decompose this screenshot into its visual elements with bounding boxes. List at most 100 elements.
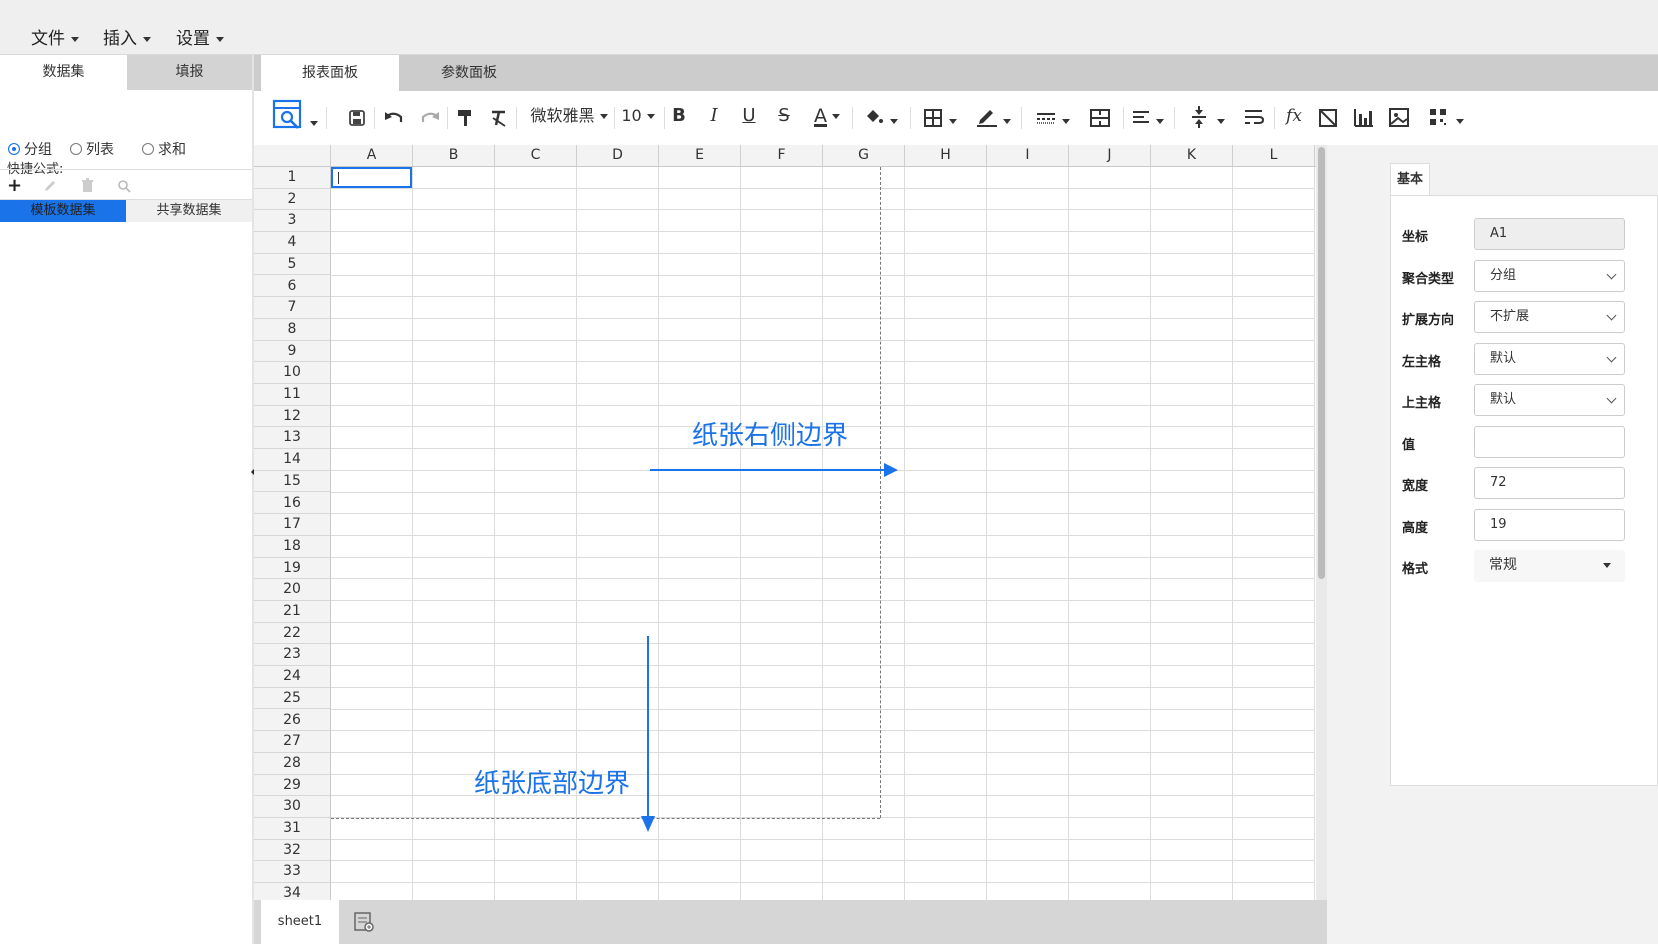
column-header-j[interactable]: J [1069, 145, 1151, 166]
select-all-corner[interactable] [254, 145, 331, 166]
border-color-icon[interactable] [976, 107, 998, 127]
subtab-template-dataset[interactable]: 模板数据集 [0, 200, 126, 222]
font-family-select[interactable]: 微软雅黑 [524, 101, 614, 131]
row-header-25[interactable]: 25 [254, 688, 330, 710]
row-header-13[interactable]: 13 [254, 427, 330, 450]
column-header-f[interactable]: F [741, 145, 823, 166]
undo-icon[interactable] [384, 111, 404, 125]
column-header-d[interactable]: D [577, 145, 659, 166]
menu-settings[interactable]: 设置 [176, 24, 224, 49]
row-header-19[interactable]: 19 [254, 558, 330, 580]
row-header-20[interactable]: 20 [254, 579, 330, 601]
property-field-expand-direction[interactable]: 不扩展 [1474, 301, 1625, 333]
tab-basic[interactable]: 基本 [1390, 163, 1430, 196]
chevron-down-icon[interactable] [1062, 119, 1070, 124]
column-header-e[interactable]: E [659, 145, 741, 166]
row-header-9[interactable]: 9 [254, 341, 330, 363]
border-style-icon[interactable] [1036, 111, 1056, 125]
chevron-down-icon[interactable] [890, 119, 898, 124]
row-header-17[interactable]: 17 [254, 514, 330, 536]
function-icon[interactable]: fx [1282, 101, 1306, 131]
row-header-33[interactable]: 33 [254, 861, 330, 884]
delete-icon[interactable] [81, 178, 94, 193]
chevron-down-icon[interactable] [310, 121, 318, 126]
edit-icon[interactable] [43, 179, 57, 193]
chevron-down-icon[interactable] [1156, 119, 1164, 124]
align-left-icon[interactable] [1132, 110, 1150, 126]
underline-icon[interactable]: U [739, 101, 759, 131]
menu-insert[interactable]: 插入 [103, 24, 151, 49]
column-header-b[interactable]: B [413, 145, 495, 166]
row-header-2[interactable]: 2 [254, 189, 330, 211]
row-header-21[interactable]: 21 [254, 601, 330, 623]
clear-format-icon[interactable] [490, 109, 508, 127]
tab-fill-report[interactable]: 填报 [127, 55, 252, 90]
font-size-select[interactable]: 10 [618, 101, 658, 131]
border-icon[interactable] [924, 109, 942, 127]
property-field-height[interactable]: 19 [1474, 508, 1625, 541]
row-header-1[interactable]: 1 [254, 167, 330, 189]
spreadsheet[interactable]: ABCDEFGHIJKL 1 2 3 4 5 6 7 8 9 10 11 12 13 14 15 16 17 18… [254, 145, 1316, 900]
vertical-scrollbar[interactable] [1316, 145, 1327, 900]
chevron-down-icon[interactable] [1003, 119, 1011, 124]
bold-icon[interactable]: B [669, 101, 689, 131]
subtab-shared-dataset[interactable]: 共享数据集 [126, 200, 252, 222]
add-icon[interactable]: + [7, 175, 22, 196]
property-field-left-parent[interactable]: 默认 [1474, 342, 1625, 375]
property-field-width[interactable]: 72 [1474, 467, 1625, 499]
selected-cell[interactable] [331, 167, 412, 188]
radio-list[interactable]: 列表 [70, 139, 114, 159]
row-header-24[interactable]: 24 [254, 666, 330, 688]
row-header-12[interactable]: 12 [254, 406, 330, 428]
row-header-34[interactable]: 34 [254, 883, 330, 900]
row-header-29[interactable]: 29 [254, 775, 330, 797]
row-header-8[interactable]: 8 [254, 319, 330, 341]
format-painter-icon[interactable] [456, 108, 474, 128]
scrollbar-thumb[interactable] [1318, 147, 1325, 579]
row-header-18[interactable]: 18 [254, 536, 330, 558]
save-icon[interactable] [349, 110, 365, 126]
row-header-22[interactable]: 22 [254, 623, 330, 645]
italic-icon[interactable]: I [704, 101, 724, 131]
add-sheet-icon[interactable] [354, 912, 374, 932]
column-header-k[interactable]: K [1151, 145, 1233, 166]
row-header-16[interactable]: 16 [254, 493, 330, 515]
row-header-5[interactable]: 5 [254, 254, 330, 276]
column-header-i[interactable]: I [987, 145, 1069, 166]
row-header-32[interactable]: 32 [254, 840, 330, 862]
tab-dataset[interactable]: 数据集 [0, 55, 127, 90]
column-header-g[interactable]: G [823, 145, 905, 166]
qrcode-icon[interactable] [1429, 108, 1447, 126]
row-header-10[interactable]: 10 [254, 362, 330, 384]
property-field-value[interactable] [1474, 425, 1625, 458]
row-header-4[interactable]: 4 [254, 232, 330, 254]
image-icon[interactable] [1389, 108, 1409, 127]
row-header-26[interactable]: 26 [254, 710, 330, 732]
row-header-30[interactable]: 30 [254, 796, 330, 818]
property-field-aggregation-type[interactable]: 分组 [1474, 259, 1625, 292]
strikethrough-icon[interactable]: S [774, 101, 794, 131]
column-header-h[interactable]: H [905, 145, 987, 166]
chevron-down-icon[interactable] [949, 119, 957, 124]
row-header-28[interactable]: 28 [254, 753, 330, 775]
vertical-align-icon[interactable] [1191, 106, 1207, 128]
column-header-a[interactable]: A [331, 145, 413, 166]
font-color-icon[interactable]: A [807, 101, 847, 131]
tab-report-panel[interactable]: 报表面板 [261, 55, 399, 91]
radio-sum[interactable]: 求和 [142, 139, 186, 159]
wrap-text-icon[interactable] [1244, 109, 1264, 125]
row-header-3[interactable]: 3 [254, 210, 330, 233]
row-header-15[interactable]: 15 [254, 471, 330, 493]
row-header-14[interactable]: 14 [254, 449, 330, 471]
chart-icon[interactable] [1354, 108, 1374, 127]
redo-icon[interactable] [420, 111, 440, 125]
column-header-l[interactable]: L [1233, 145, 1315, 166]
diagonal-border-icon[interactable] [1319, 109, 1337, 127]
radio-group[interactable]: 分组 [8, 139, 52, 159]
menu-file[interactable]: 文件 [31, 24, 79, 49]
row-header-23[interactable]: 23 [254, 644, 330, 667]
row-header-11[interactable]: 11 [254, 384, 330, 406]
property-field-format[interactable]: 常规 [1474, 550, 1625, 582]
search-icon[interactable] [117, 179, 131, 193]
row-header-7[interactable]: 7 [254, 297, 330, 319]
